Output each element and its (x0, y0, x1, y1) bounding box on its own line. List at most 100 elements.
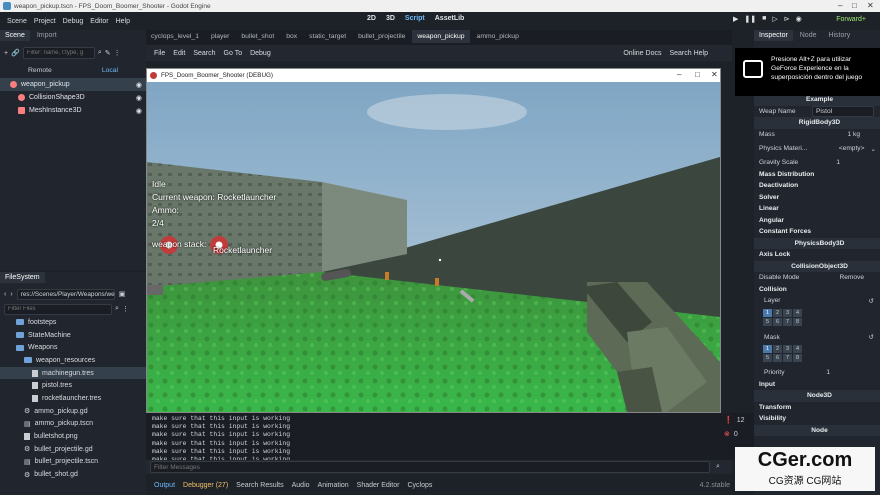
tab-search-results[interactable]: Search Results (236, 482, 283, 489)
inspector-section[interactable]: Deactivation (754, 180, 880, 192)
renderer-select[interactable]: Forward+ (836, 16, 866, 23)
tab-box[interactable]: box (281, 30, 302, 43)
tab-import[interactable]: Import (32, 30, 62, 41)
visibility-icon[interactable]: ◉ (136, 107, 142, 115)
movie-icon[interactable]: ◉ (796, 15, 802, 23)
file-item[interactable]: StateMachine (0, 329, 146, 342)
section-visibility[interactable]: Visibility (754, 413, 880, 425)
split-mode-icon[interactable]: ▣ (119, 290, 126, 298)
game-close-button[interactable]: ✕ (711, 70, 718, 79)
remote-button[interactable]: Remote (28, 67, 52, 74)
mass-value[interactable]: 1 kg (848, 131, 860, 138)
layer-cell[interactable]: 1 (763, 345, 772, 353)
filter-messages-input[interactable] (150, 461, 710, 473)
visibility-icon[interactable]: ◉ (136, 81, 142, 89)
workspace-3d[interactable]: 3D (386, 15, 395, 22)
reset-icon[interactable]: ↺ (868, 297, 874, 305)
search-icon[interactable]: ⌕ (98, 49, 102, 57)
search-help-button[interactable]: Search Help (669, 50, 708, 57)
inspector-section[interactable]: Mass Distribution (754, 169, 880, 181)
file-item[interactable]: ⚙ bullet_projectile.gd (0, 443, 146, 456)
maximize-button[interactable]: □ (852, 1, 857, 10)
game-window[interactable]: FPS_Doom_Boomer_Shooter (DEBUG) – □ ✕ Id… (146, 68, 721, 413)
visibility-icon[interactable]: ◉ (136, 94, 142, 102)
workspace-script[interactable]: Script (405, 15, 425, 22)
layer-grid[interactable]: 1234 5678 (763, 308, 880, 326)
tab-bullet-projectile[interactable]: bullet_projectile (353, 30, 410, 43)
tab-inspector[interactable]: Inspector (754, 30, 793, 41)
tab-scene[interactable]: Scene (0, 30, 30, 41)
tab-ammo-pickup[interactable]: ammo_pickup (472, 30, 524, 43)
workspace-2d[interactable]: 2D (367, 15, 376, 22)
layer-cell[interactable]: 6 (773, 317, 782, 326)
local-button[interactable]: Local (102, 67, 118, 74)
scene-filter-input[interactable] (22, 47, 95, 59)
workspace-assetlib[interactable]: AssetLib (435, 15, 465, 22)
file-item[interactable]: ▤ ammo_pickup.tscn (0, 418, 146, 431)
disable-mode-value[interactable]: Remove (839, 274, 864, 281)
layer-cell[interactable]: 7 (783, 317, 792, 326)
inspector-section[interactable]: Linear (754, 203, 880, 215)
menu-icon[interactable]: ⋮ (114, 49, 121, 57)
add-node-icon[interactable]: + (4, 50, 8, 57)
section-transform[interactable]: Transform (754, 402, 880, 414)
layer-cell[interactable]: 6 (773, 354, 782, 362)
layer-cell[interactable]: 2 (773, 345, 782, 353)
pause-icon[interactable]: ❚❚ (744, 15, 756, 23)
chevron-down-icon[interactable]: ⌄ (870, 145, 876, 153)
warning-icon[interactable]: ❗ (724, 416, 733, 424)
script-menu-search[interactable]: Search (193, 50, 215, 57)
sort-icon[interactable]: ⋮ (122, 305, 129, 313)
link-icon[interactable]: 🔗 (11, 49, 20, 57)
layer-cell[interactable]: 5 (763, 354, 772, 362)
tab-cyclops[interactable]: Cyclops (407, 482, 432, 489)
tab-filesystem[interactable]: FileSystem (0, 272, 45, 283)
layer-cell[interactable]: 8 (793, 317, 802, 326)
inspector-section[interactable]: Solver (754, 192, 880, 204)
tab-animation[interactable]: Animation (318, 482, 349, 489)
error-icon[interactable]: ⊗ (724, 430, 730, 438)
tab-cyclops-level[interactable]: cyclops_level_1 (146, 30, 204, 43)
menu-editor[interactable]: Editor (90, 18, 108, 25)
tab-bullet-shot[interactable]: bullet_shot (236, 30, 279, 43)
tab-output[interactable]: Output (154, 482, 175, 489)
minimize-button[interactable]: – (838, 1, 842, 10)
menu-project[interactable]: Project (34, 18, 56, 25)
tree-node-meshinstance[interactable]: MeshInstance3D ◉ (0, 104, 146, 117)
script-menu-goto[interactable]: Go To (224, 50, 243, 57)
play-icon[interactable]: ▶ (733, 15, 738, 23)
files-filter-input[interactable] (4, 303, 112, 315)
file-item[interactable]: weapon_resources (0, 354, 146, 367)
section-input[interactable]: Input (754, 379, 880, 391)
layer-cell[interactable]: 7 (783, 354, 792, 362)
tree-node-collisionshape[interactable]: CollisionShape3D ◉ (0, 91, 146, 104)
script-menu-edit[interactable]: Edit (173, 50, 185, 57)
menu-debug[interactable]: Debug (63, 18, 84, 25)
file-item[interactable]: bulletshot.png (0, 430, 146, 443)
tab-player[interactable]: player (206, 30, 235, 43)
tab-static-target[interactable]: static_target (304, 30, 351, 43)
back-icon[interactable]: ‹ (4, 291, 6, 298)
game-maximize-button[interactable]: □ (695, 70, 700, 79)
mask-grid[interactable]: 1234 5678 (763, 345, 880, 362)
layer-cell[interactable]: 8 (793, 354, 802, 362)
layer-cell[interactable]: 4 (793, 345, 802, 353)
menu-scene[interactable]: Scene (7, 18, 27, 25)
file-item[interactable]: ⚙ ammo_pickup.gd (0, 405, 146, 418)
play-scene-icon[interactable]: ▷ (772, 15, 777, 23)
search-icon[interactable]: ⌕ (716, 463, 720, 471)
tab-debugger[interactable]: Debugger (27) (183, 482, 228, 489)
layer-cell[interactable]: 2 (773, 308, 782, 317)
section-collision[interactable]: Collision (754, 284, 880, 296)
online-docs-button[interactable]: Online Docs (623, 50, 661, 57)
inspector-section[interactable]: Constant Forces (754, 226, 880, 238)
game-minimize-button[interactable]: – (677, 70, 681, 79)
tab-shader-editor[interactable]: Shader Editor (357, 482, 400, 489)
file-item[interactable]: pistol.tres (0, 379, 146, 392)
tab-node[interactable]: Node (795, 30, 822, 41)
tab-weapon-pickup[interactable]: weapon_pickup (412, 30, 470, 43)
layer-cell[interactable]: 3 (783, 345, 792, 353)
file-item[interactable]: machinegun.tres (0, 366, 146, 380)
layer-cell[interactable]: 1 (763, 308, 772, 317)
file-item[interactable]: footsteps (0, 316, 146, 329)
